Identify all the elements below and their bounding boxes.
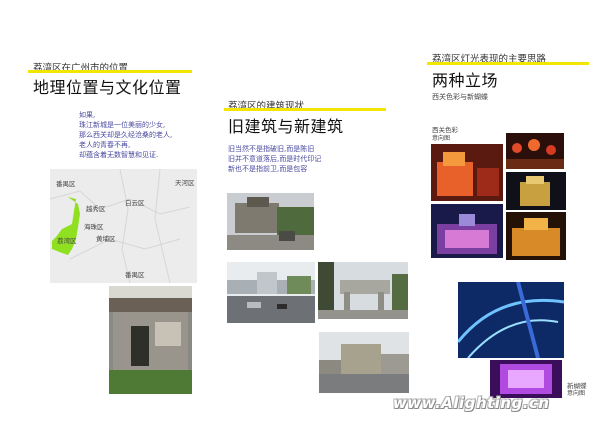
map-label: 越秀区 — [86, 205, 106, 213]
section2-accent-line — [224, 108, 386, 111]
site-watermark: www.Alighting.cn — [393, 394, 550, 412]
section3-title: 两种立场 — [432, 71, 499, 90]
section1-accent-line — [28, 70, 192, 73]
night-lighting-photo-4 — [506, 212, 566, 260]
map-label: 黄埔区 — [96, 235, 116, 243]
section1-text-line: 老人的青春不再, — [79, 141, 131, 149]
archway-gate-photo — [318, 262, 408, 319]
section1-text: 如果, 珠江新城是一位美丽的少女, 那么西关却是久经沧桑的老人, 老人的青春不再… — [79, 110, 172, 160]
liwan-district-area — [52, 197, 80, 255]
modern-lighting-photo-2 — [490, 360, 562, 398]
section3-tagline: 西关色彩与新蝴蝶 — [432, 93, 488, 101]
section2-text-line: 旧并不意道落后,而是时代印记 — [228, 155, 322, 163]
old-building-photo — [109, 286, 192, 394]
map-label: 番禺区 — [56, 180, 76, 188]
lantern-photo — [506, 133, 564, 169]
new-buildings-photo — [319, 332, 409, 393]
night-lighting-photo-2 — [506, 172, 566, 210]
map-label: 荔湾区 — [57, 237, 77, 245]
section1-text-line: 如果, — [79, 111, 96, 119]
map-label: 海珠区 — [84, 223, 104, 231]
night-lighting-photo-1 — [431, 144, 503, 201]
night-lighting-photo-3 — [431, 204, 503, 258]
map-label: 天河区 — [175, 179, 195, 187]
section2-title: 旧建筑与新建筑 — [228, 117, 344, 136]
section1-text-line: 却蕴含着无数智慧和见证. — [79, 151, 159, 159]
section2-text: 旧当然不是指破旧,而是陈旧 旧并不意道落后,而是时代印记 新也不是指前卫,而是包… — [228, 144, 321, 174]
map-label: 白云区 — [125, 199, 145, 207]
old-street-photo — [227, 193, 314, 250]
section1-text-line: 那么西关却是久经沧桑的老人, — [79, 131, 173, 139]
modern-road-photo — [227, 262, 315, 323]
xiguan-color-sublabel: 意向图 — [432, 135, 451, 142]
section3-accent-line — [427, 62, 589, 65]
guangzhou-map: 番禺区 越秀区 白云区 海珠区 荔湾区 黄埔区 天河区 番禺区 — [50, 169, 197, 283]
section2-text-line: 新也不是指前卫,而是包容 — [228, 165, 308, 173]
section1-title: 地理位置与文化位置 — [33, 78, 182, 97]
map-label: 番禺区 — [125, 271, 145, 279]
new-butterfly-sublabel: 意向图 — [567, 390, 586, 397]
section2-text-line: 旧当然不是指破旧,而是陈旧 — [228, 145, 315, 153]
section1-text-line: 珠江新城是一位美丽的少女, — [79, 121, 166, 129]
modern-lighting-photo-1 — [458, 282, 564, 358]
